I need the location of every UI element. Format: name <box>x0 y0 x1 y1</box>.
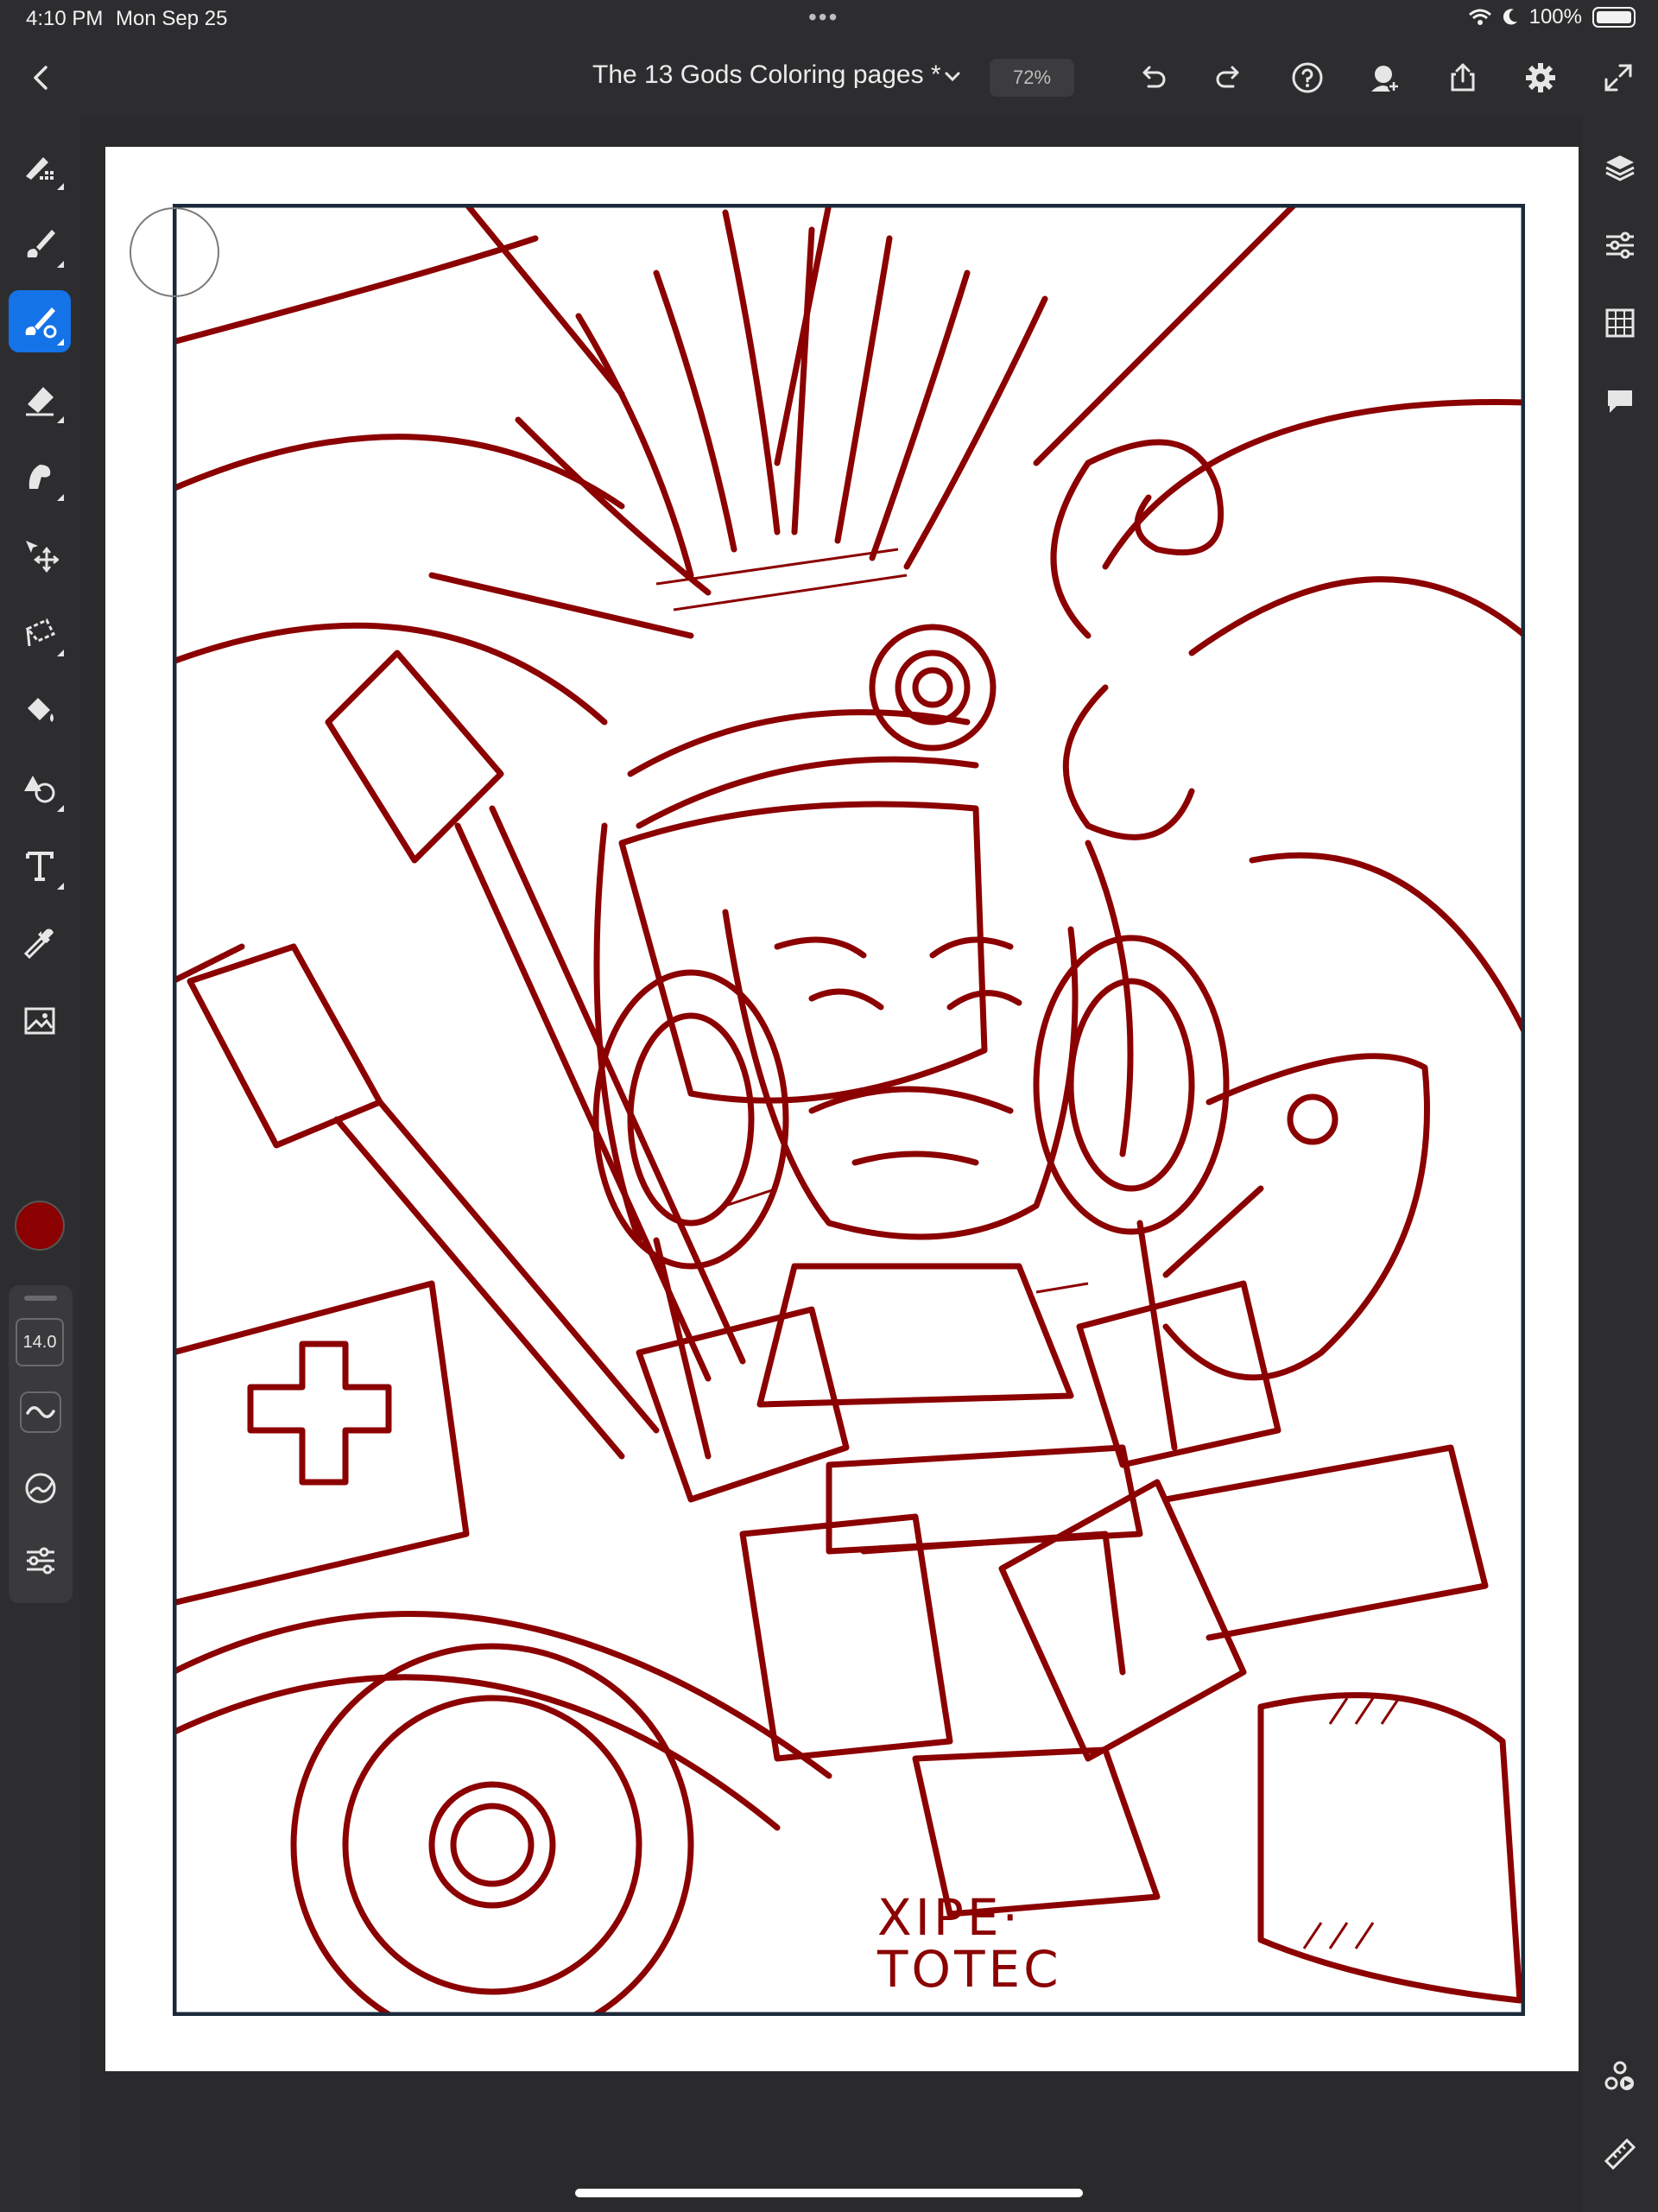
status-time: 4:10 PM <box>26 7 104 30</box>
eyedropper-icon <box>23 929 54 960</box>
coloring-page-artwork[interactable] <box>173 204 1525 2016</box>
vector-brush-tool[interactable] <box>9 290 71 352</box>
live-brush-tool[interactable] <box>9 212 71 275</box>
wifi-icon <box>1468 9 1491 25</box>
eraser-tool[interactable] <box>9 368 71 430</box>
livestream-icon[interactable] <box>1596 2052 1644 2101</box>
smudge-tool[interactable] <box>9 446 71 508</box>
document-title[interactable]: The 13 Gods Coloring pages * <box>592 60 941 90</box>
layer-properties-icon[interactable] <box>1596 221 1644 269</box>
panel-grip[interactable] <box>24 1296 57 1301</box>
battery-percent: 100% <box>1528 5 1582 29</box>
help-icon[interactable] <box>1287 57 1328 98</box>
undo-icon[interactable] <box>1131 57 1173 98</box>
title-chevron-icon[interactable] <box>940 64 965 90</box>
vector-brush-icon <box>25 307 57 339</box>
color-swatch[interactable] <box>15 1201 65 1251</box>
eyedropper-tool[interactable] <box>9 912 71 974</box>
shapes-icon <box>24 776 55 803</box>
fill-tool[interactable] <box>9 679 71 741</box>
share-icon[interactable] <box>1442 57 1484 98</box>
ruler-icon[interactable] <box>1596 2130 1644 2178</box>
fill-icon <box>28 698 54 722</box>
shapes-tool[interactable] <box>9 757 71 819</box>
moon-icon <box>1503 9 1517 25</box>
pixel-brush-icon <box>26 157 54 180</box>
artwork-signature: XIPE· TOTEC <box>877 1888 1062 1999</box>
grid-icon[interactable] <box>1596 299 1644 347</box>
pixel-brush-tool[interactable] <box>9 135 71 197</box>
lasso-tool[interactable] <box>9 601 71 663</box>
home-indicator[interactable] <box>575 2189 1083 2197</box>
sliders-icon <box>27 1547 54 1575</box>
live-brush-icon <box>27 230 55 257</box>
back-icon[interactable] <box>24 60 59 95</box>
smoothing-icon <box>20 1391 61 1433</box>
multitasking-dots-icon[interactable]: ••• <box>808 3 838 31</box>
settings-icon[interactable] <box>1520 57 1561 98</box>
zoom-level[interactable]: 72% <box>990 59 1074 97</box>
brush-smoothing-button[interactable] <box>16 1387 66 1437</box>
image-icon <box>24 1007 55 1035</box>
brush-settings-button[interactable] <box>16 1536 66 1586</box>
invite-icon[interactable] <box>1364 57 1406 98</box>
image-tool[interactable] <box>9 990 71 1052</box>
text-tool[interactable] <box>9 834 71 897</box>
redo-icon[interactable] <box>1209 57 1250 98</box>
title-bar: The 13 Gods Coloring pages * 72% <box>0 38 1658 117</box>
lasso-icon <box>25 618 56 647</box>
status-indicators: 100% <box>1468 5 1636 29</box>
text-icon <box>26 852 54 881</box>
brush-settings-panel: 14.0 <box>9 1285 73 1603</box>
brush-size-field[interactable]: 14.0 <box>16 1318 64 1366</box>
move-icon <box>26 541 59 574</box>
brush-cursor <box>130 207 219 297</box>
move-tool[interactable] <box>9 523 71 586</box>
eraser-icon <box>26 387 54 416</box>
layers-icon[interactable] <box>1596 143 1644 192</box>
pressure-button[interactable] <box>16 1463 66 1513</box>
battery-icon <box>1592 7 1636 28</box>
status-date: Mon Sep 25 <box>116 7 228 30</box>
smudge-icon <box>28 465 51 489</box>
left-toolbar: 14.0 <box>0 117 79 2212</box>
fullscreen-icon[interactable] <box>1598 57 1639 98</box>
pressure-icon <box>25 1473 56 1504</box>
status-bar: 4:10 PM Mon Sep 25 ••• 100% <box>0 0 1658 38</box>
right-toolbar <box>1582 117 1658 2212</box>
comments-icon[interactable] <box>1596 377 1644 425</box>
